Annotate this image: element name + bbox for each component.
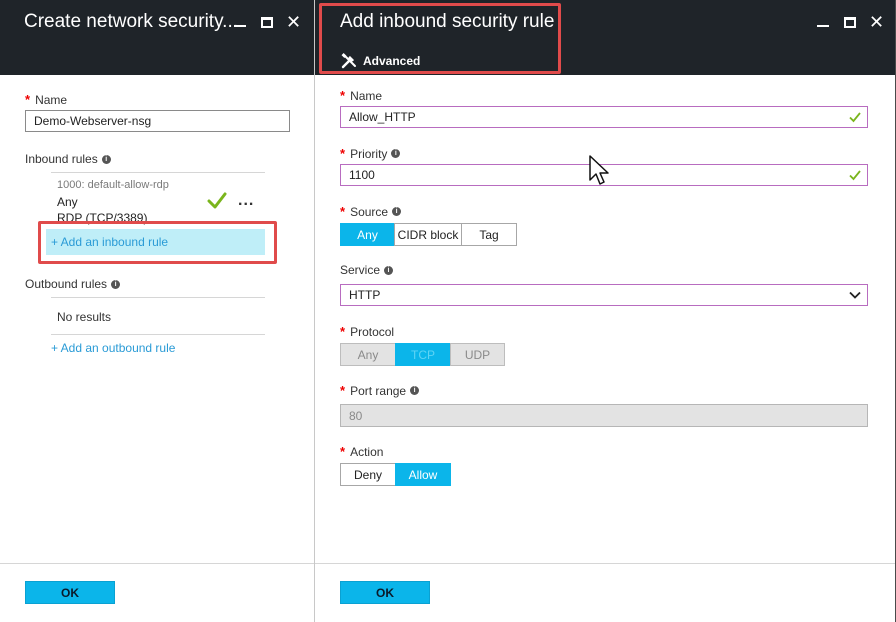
ok-button-left[interactable]: OK xyxy=(25,581,115,604)
source-option-tag[interactable]: Tag xyxy=(461,223,517,246)
maximize-icon[interactable] xyxy=(253,12,280,32)
add-inbound-rule-blade: Add inbound security rule Advanced ✕ * N… xyxy=(315,0,895,622)
action-label: * Action xyxy=(340,444,383,459)
divider xyxy=(51,172,265,173)
service-value: HTTP xyxy=(349,288,381,302)
nsg-name-input[interactable]: Demo-Webserver-nsg xyxy=(25,110,290,132)
action-option-deny[interactable]: Deny xyxy=(340,463,396,486)
protocol-label-text: Protocol xyxy=(350,324,395,339)
left-window-controls: ✕ xyxy=(226,12,307,32)
rule-name-value: Allow_HTTP xyxy=(349,110,416,124)
divider xyxy=(51,297,265,298)
port-range-label-text: Port range xyxy=(350,383,407,398)
info-icon: i xyxy=(101,154,111,164)
info-icon: i xyxy=(111,279,121,289)
create-nsg-blade: Create network security... ✕ * Name Demo… xyxy=(0,0,314,622)
source-option-cidr-block[interactable]: CIDR block xyxy=(394,223,462,246)
protocol-option-udp: UDP xyxy=(450,343,505,366)
close-icon[interactable]: ✕ xyxy=(863,12,890,32)
valid-check-icon xyxy=(849,170,861,181)
required-marker: * xyxy=(25,92,31,107)
divider xyxy=(51,334,265,335)
required-marker: * xyxy=(340,204,346,219)
ok-button-right[interactable]: OK xyxy=(340,581,430,604)
rule-name-input[interactable]: Allow_HTTP xyxy=(340,106,868,128)
name-label-text: Name xyxy=(35,92,68,107)
footer-divider xyxy=(315,563,895,564)
checkmark-icon xyxy=(207,192,227,209)
inbound-rules-label-text: Inbound rules xyxy=(25,152,98,166)
minimize-icon[interactable] xyxy=(226,12,253,32)
mouse-cursor-icon xyxy=(589,155,609,185)
right-window-controls: ✕ xyxy=(809,12,890,32)
action-label-text: Action xyxy=(350,444,384,459)
rule-name: 1000: default-allow-rdp xyxy=(57,179,169,191)
service-label-text: Service xyxy=(340,263,381,277)
service-label: Service i xyxy=(340,263,394,277)
name-label-left: * Name xyxy=(25,92,67,107)
source-label-text: Source xyxy=(350,204,389,219)
inbound-rules-label: Inbound rules i xyxy=(25,152,111,166)
port-range-input: 80 xyxy=(340,404,868,427)
left-blade-title: Create network security... xyxy=(24,11,239,32)
priority-label-text: Priority xyxy=(350,146,388,161)
service-dropdown[interactable]: HTTP xyxy=(340,284,868,306)
required-marker: * xyxy=(340,88,346,103)
rule-source: Any xyxy=(57,195,78,209)
source-label: * Source i xyxy=(340,204,402,219)
valid-check-icon xyxy=(849,112,861,123)
annotation-highlight xyxy=(319,3,561,74)
port-range-label: * Port range i xyxy=(340,383,420,398)
rule-name-label: * Name xyxy=(340,88,382,103)
footer-divider xyxy=(0,563,314,564)
outbound-rules-label: Outbound rules i xyxy=(25,277,121,291)
source-selector: Any CIDR block Tag xyxy=(340,223,517,246)
no-results-text: No results xyxy=(57,310,112,324)
required-marker: * xyxy=(340,146,346,161)
outbound-rules-label-text: Outbound rules xyxy=(25,277,108,291)
protocol-option-tcp: TCP xyxy=(395,343,451,366)
chevron-down-icon xyxy=(849,291,861,299)
protocol-option-any: Any xyxy=(340,343,396,366)
info-icon: i xyxy=(410,386,420,395)
more-options-button[interactable]: ... xyxy=(238,192,254,210)
action-option-allow[interactable]: Allow xyxy=(395,463,451,486)
source-option-any[interactable]: Any xyxy=(340,223,395,246)
priority-label: * Priority i xyxy=(340,146,401,161)
port-range-value: 80 xyxy=(349,408,363,423)
priority-value: 1100 xyxy=(349,168,375,182)
annotation-highlight xyxy=(38,221,277,264)
close-icon[interactable]: ✕ xyxy=(280,12,307,32)
maximize-icon[interactable] xyxy=(836,12,863,32)
required-marker: * xyxy=(340,324,346,339)
protocol-selector: Any TCP UDP xyxy=(340,343,505,366)
rule-name-label-text: Name xyxy=(350,88,383,103)
minimize-icon[interactable] xyxy=(809,12,836,32)
info-icon: i xyxy=(384,265,394,275)
info-icon: i xyxy=(391,149,401,158)
left-blade-header: Create network security... ✕ xyxy=(0,0,314,75)
info-icon: i xyxy=(392,207,402,216)
required-marker: * xyxy=(340,383,346,398)
protocol-label: * Protocol xyxy=(340,324,394,339)
required-marker: * xyxy=(340,444,346,459)
action-selector: Deny Allow xyxy=(340,463,451,486)
nsg-name-value: Demo-Webserver-nsg xyxy=(34,114,152,128)
add-outbound-rule-link[interactable]: + Add an outbound rule xyxy=(51,341,175,355)
